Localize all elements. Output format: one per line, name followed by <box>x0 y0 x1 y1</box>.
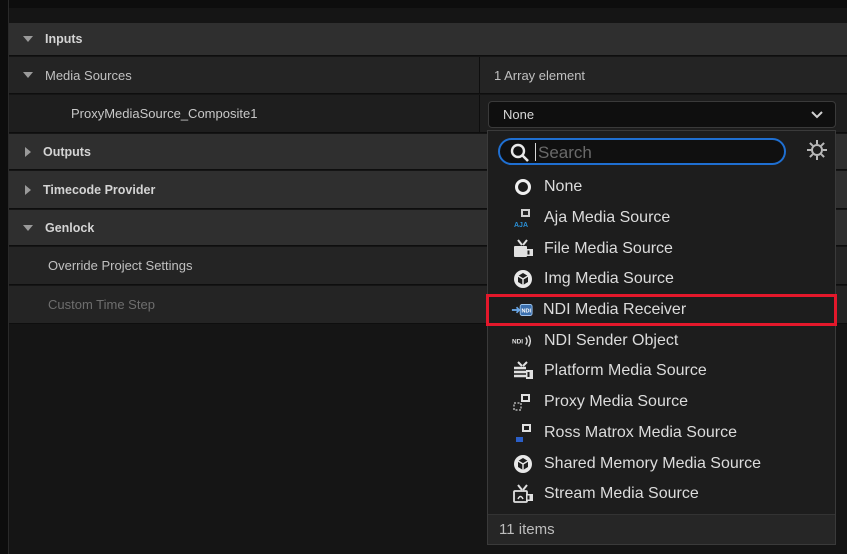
category-label: Genlock <box>45 220 95 235</box>
category-label: Inputs <box>45 32 83 46</box>
option-ndi-media-receiver[interactable]: NDI NDI Media Receiver <box>486 293 837 327</box>
svg-text:NDI: NDI <box>512 339 523 346</box>
option-stream-media-source[interactable]: Stream Media Source <box>488 479 835 510</box>
collapse-arrow-icon[interactable] <box>25 146 31 157</box>
option-label: NDI Media Receiver <box>543 301 687 319</box>
expand-arrow-icon[interactable] <box>23 224 33 231</box>
option-label: None <box>544 178 583 196</box>
category-label: Timecode Provider <box>43 182 156 197</box>
option-file-media-source[interactable]: File Media Source <box>488 233 835 264</box>
media-source-dropdown: None AJA Aja Media Source File Media Sou… <box>486 130 837 545</box>
property-media-sources[interactable]: Media Sources 1 Array element <box>9 57 847 94</box>
svg-text:AJA: AJA <box>514 222 528 229</box>
ross-icon <box>512 422 534 444</box>
category-label: Outputs <box>43 144 91 159</box>
option-aja-media-source[interactable]: AJA Aja Media Source <box>488 203 835 234</box>
option-list: None AJA Aja Media Source File Media Sou… <box>486 172 837 510</box>
media-source-combo[interactable]: None <box>488 101 836 128</box>
category-inputs[interactable]: Inputs <box>9 23 847 56</box>
option-label: Proxy Media Source <box>544 393 689 411</box>
ndi-sender-icon: NDI <box>512 330 534 352</box>
cube-icon <box>512 268 534 290</box>
option-img-media-source[interactable]: Img Media Source <box>488 264 835 295</box>
property-label: Override Project Settings <box>48 258 193 273</box>
chevron-down-icon <box>811 111 823 119</box>
option-label: Platform Media Source <box>544 362 707 380</box>
collapse-arrow-icon[interactable] <box>25 184 31 195</box>
option-label: Ross Matrox Media Source <box>544 423 737 441</box>
window-left-edge <box>0 0 9 554</box>
option-label: NDI Sender Object <box>544 331 679 349</box>
cube-icon <box>512 453 534 475</box>
array-count: 1 Array element <box>479 57 847 93</box>
svg-text:NDI: NDI <box>522 309 532 315</box>
item-count: 11 items <box>488 514 835 544</box>
option-none[interactable]: None <box>488 172 835 203</box>
property-label: Custom Time Step <box>48 297 155 312</box>
circle-icon <box>512 176 534 198</box>
option-label: Stream Media Source <box>544 485 699 503</box>
stream-icon <box>512 483 534 505</box>
option-shared-memory-media-source[interactable]: Shared Memory Media Source <box>488 448 835 479</box>
option-ross-matrox-media-source[interactable]: Ross Matrox Media Source <box>488 418 835 449</box>
window-top-edge <box>0 0 847 8</box>
property-label: ProxyMediaSource_Composite1 <box>71 106 258 121</box>
expand-arrow-icon[interactable] <box>23 36 33 42</box>
aja-icon: AJA <box>512 207 534 229</box>
search-icon <box>510 143 529 162</box>
gear-icon[interactable] <box>806 139 828 161</box>
option-label: Img Media Source <box>544 270 674 288</box>
combo-value: None <box>503 107 535 122</box>
expand-arrow-icon[interactable] <box>23 72 33 78</box>
tv-icon <box>512 238 534 260</box>
option-label: Shared Memory Media Source <box>544 454 761 472</box>
option-label: Aja Media Source <box>544 209 671 227</box>
platform-icon <box>512 360 534 382</box>
option-label: File Media Source <box>544 239 673 257</box>
ndi-receiver-icon: NDI <box>511 299 533 321</box>
search-input[interactable] <box>536 140 780 165</box>
search-box[interactable] <box>498 138 786 165</box>
proxy-icon <box>512 391 534 413</box>
option-ndi-sender-object[interactable]: NDI NDI Sender Object <box>488 325 835 356</box>
option-proxy-media-source[interactable]: Proxy Media Source <box>488 387 835 418</box>
option-platform-media-source[interactable]: Platform Media Source <box>488 356 835 387</box>
property-label: Media Sources <box>45 67 132 83</box>
